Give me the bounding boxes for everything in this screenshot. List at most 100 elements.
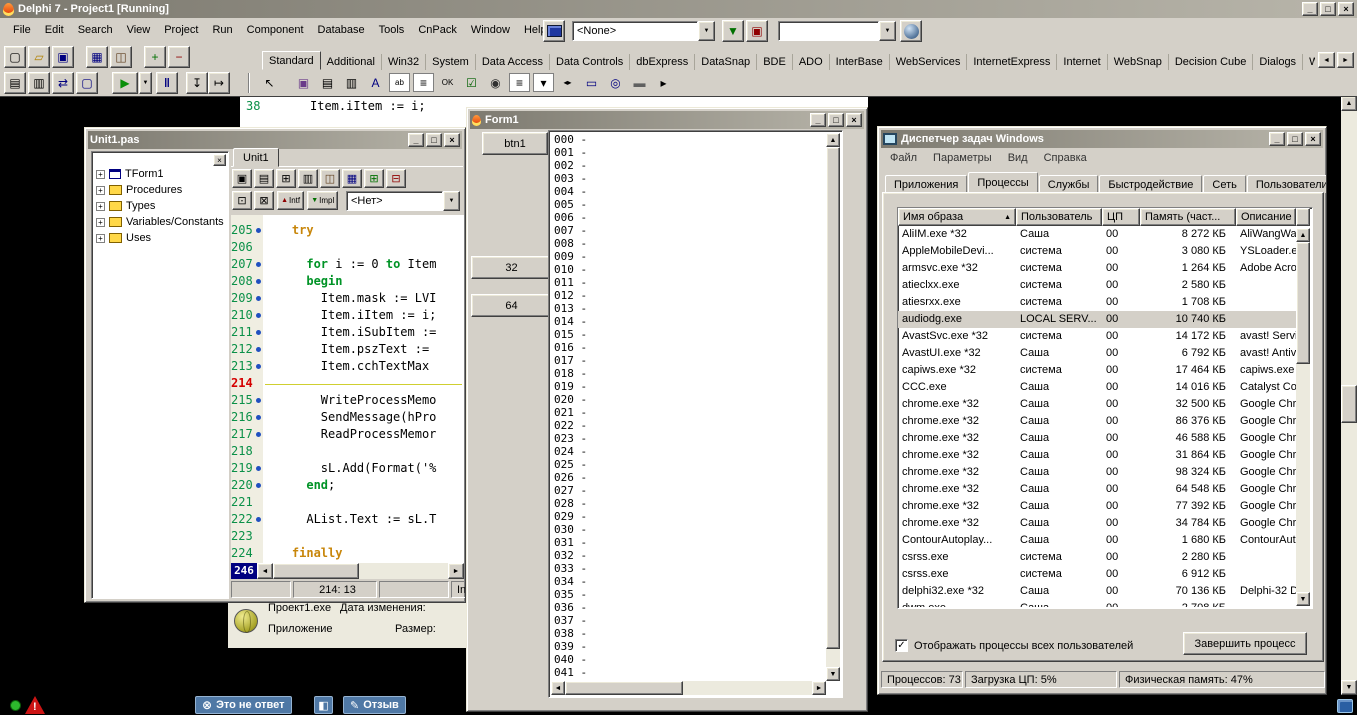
process-row[interactable]: chrome.exe *32Саша0064 548 КБGoogle Chro… <box>898 481 1296 498</box>
scroll-up-button[interactable]: ▲ <box>1296 228 1310 242</box>
checkbox-icon[interactable]: ☑ <box>460 71 483 94</box>
tree-item-variables-constants[interactable]: +Variables/Constants <box>92 214 228 230</box>
list-item[interactable]: 016 - <box>551 341 826 354</box>
code-area[interactable]: 205 try206207 for i := 0 to Item208 begi… <box>231 215 464 563</box>
new-items-button[interactable]: ▢ <box>4 46 26 68</box>
list-item[interactable]: 007 - <box>551 224 826 237</box>
show-all-processes-checkbox[interactable]: ✓ <box>895 639 908 652</box>
run-button[interactable]: ▶ <box>112 72 138 94</box>
list-item[interactable]: 036 - <box>551 601 826 614</box>
palette-tab-ado[interactable]: ADO <box>793 54 830 70</box>
tm-menu-вид[interactable]: Вид <box>1000 149 1036 167</box>
save-desktop-button[interactable]: ▼ <box>722 20 744 42</box>
scroll-bar-icon[interactable]: ◂▸ <box>556 71 579 94</box>
list-box-icon[interactable]: ≡ <box>509 73 530 92</box>
new-form-button[interactable]: ▢ <box>76 72 98 94</box>
list-item[interactable]: 017 - <box>551 354 826 367</box>
tab-пользователи[interactable]: Пользователи <box>1247 175 1327 193</box>
menu-project[interactable]: Project <box>157 18 205 42</box>
list-item[interactable]: 029 - <box>551 510 826 523</box>
expand-icon[interactable]: + <box>96 234 105 243</box>
open-file-button[interactable]: ▱ <box>28 46 50 68</box>
form1-titlebar[interactable]: Form1 _ □ × <box>470 111 864 129</box>
button-icon[interactable]: OK <box>436 71 459 94</box>
tab-unit1[interactable]: Unit1 <box>233 148 279 167</box>
debug-desktop-combo[interactable]: ▼ <box>778 21 896 41</box>
tab-процессы[interactable]: Процессы <box>968 172 1037 193</box>
listbox-vertical-scrollbar[interactable]: ▲ ▼ <box>826 133 840 681</box>
menu-cnpack[interactable]: CnPack <box>411 18 464 42</box>
radio-button-icon[interactable]: ◉ <box>484 71 507 94</box>
list-item[interactable]: 020 - <box>551 393 826 406</box>
palette-tab-websnap[interactable]: WebSnap <box>1108 54 1169 70</box>
process-row[interactable]: AvastUI.exe *32Саша006 792 КБavast! Anti… <box>898 345 1296 362</box>
palette-tab-dialogs[interactable]: Dialogs <box>1253 54 1303 70</box>
palette-tab-internet[interactable]: Internet <box>1057 54 1107 70</box>
tab-службы[interactable]: Службы <box>1039 175 1099 193</box>
process-row[interactable]: csrss.exeсистема002 280 КБ <box>898 549 1296 566</box>
palette-tab-bde[interactable]: BDE <box>757 54 793 70</box>
table-vertical-scrollbar[interactable]: ▲ ▼ <box>1296 228 1310 606</box>
close-button[interactable]: × <box>1305 132 1321 146</box>
menu-window[interactable]: Window <box>464 18 517 42</box>
list-item[interactable]: 027 - <box>551 484 826 497</box>
palette-tab-data-controls[interactable]: Data Controls <box>550 54 630 70</box>
tray-icon[interactable] <box>1337 699 1353 713</box>
menu-edit[interactable]: Edit <box>38 18 71 42</box>
process-row[interactable]: atiesrxx.exeсистема001 708 КБ <box>898 294 1296 311</box>
close-button[interactable]: × <box>846 113 862 127</box>
scroll-thumb[interactable] <box>273 563 359 579</box>
list-item[interactable]: 038 - <box>551 627 826 640</box>
btn64-button[interactable]: 64 <box>471 294 552 317</box>
popup-menu-icon[interactable]: ▥ <box>340 71 363 94</box>
background-vertical-scrollbar[interactable]: ▲ ▼ <box>1341 96 1357 695</box>
project-manager-button[interactable]: ▤ <box>254 169 274 188</box>
process-listbox[interactable]: 000 -001 -002 -003 -004 -005 -006 -007 -… <box>548 130 843 698</box>
add-unit-button[interactable]: ⊞ <box>276 169 296 188</box>
palette-tab-data-access[interactable]: Data Access <box>476 54 550 70</box>
set-debug-desktop-button[interactable]: ▣ <box>746 20 768 42</box>
trace-into-button[interactable]: ↧ <box>186 72 208 94</box>
tm-menu-параметры[interactable]: Параметры <box>925 149 1000 167</box>
process-row[interactable]: audiodg.exeLOCAL SERV...0010 740 КБ <box>898 311 1296 328</box>
maximize-button[interactable]: □ <box>828 113 844 127</box>
menu-view[interactable]: View <box>120 18 158 42</box>
tree-item-tform1[interactable]: +TForm1 <box>92 166 228 182</box>
palette-tab-decision-cube[interactable]: Decision Cube <box>1169 54 1254 70</box>
palette-tab-datasnap[interactable]: DataSnap <box>695 54 757 70</box>
list-item[interactable]: 015 - <box>551 328 826 341</box>
palette-tab-interbase[interactable]: InterBase <box>830 54 890 70</box>
edit-icon[interactable]: ab <box>389 73 410 92</box>
tab-приложения[interactable]: Приложения <box>885 175 967 193</box>
process-row[interactable]: chrome.exe *32Саша0086 376 КБGoogle Chro… <box>898 413 1296 430</box>
save-unit-button[interactable]: ▦ <box>342 169 362 188</box>
desktop-layout-combo[interactable]: <None> ▼ <box>572 21 715 41</box>
task-manager-titlebar[interactable]: Диспетчер задач Windows _ □ × <box>881 130 1323 148</box>
expand-icon[interactable]: + <box>96 186 105 195</box>
view-list-button[interactable]: ▥ <box>298 169 318 188</box>
column-header[interactable]: Память (част... <box>1140 208 1236 226</box>
process-row[interactable]: ContourAutoplay...Саша001 680 КБContourA… <box>898 532 1296 549</box>
step-over-button[interactable]: ↦ <box>208 72 230 94</box>
process-row[interactable]: chrome.exe *32Саша0034 784 КБGoogle Chro… <box>898 515 1296 532</box>
process-row[interactable]: chrome.exe *32Саша0077 392 КБGoogle Chro… <box>898 498 1296 515</box>
list-item[interactable]: 005 - <box>551 198 826 211</box>
palette-tab-additional[interactable]: Additional <box>321 54 382 70</box>
list-item[interactable]: 041 - <box>551 666 826 679</box>
pause-button[interactable]: ‖ <box>156 72 178 94</box>
goto-implementation-button[interactable]: ▼ Impl <box>307 191 338 210</box>
ide-titlebar[interactable]: Delphi 7 - Project1 [Running] _ □ × <box>0 0 1357 18</box>
chevron-down-icon[interactable]: ▼ <box>879 21 896 41</box>
palette-tab-dbexpress[interactable]: dbExpress <box>630 54 695 70</box>
memo-icon[interactable]: ≡ <box>413 73 434 92</box>
listbox-horizontal-scrollbar[interactable]: ◄ ► <box>551 681 826 695</box>
view-unit-button[interactable]: ▤ <box>4 72 26 94</box>
group-box-icon[interactable]: ▭ <box>580 71 603 94</box>
list-item[interactable]: 009 - <box>551 250 826 263</box>
frames-icon[interactable]: ▣ <box>292 71 315 94</box>
maximize-button[interactable]: □ <box>1287 132 1303 146</box>
scroll-down-button[interactable]: ▼ <box>1296 592 1310 606</box>
help-book-button[interactable] <box>543 20 565 42</box>
list-item[interactable]: 039 - <box>551 640 826 653</box>
list-item[interactable]: 019 - <box>551 380 826 393</box>
